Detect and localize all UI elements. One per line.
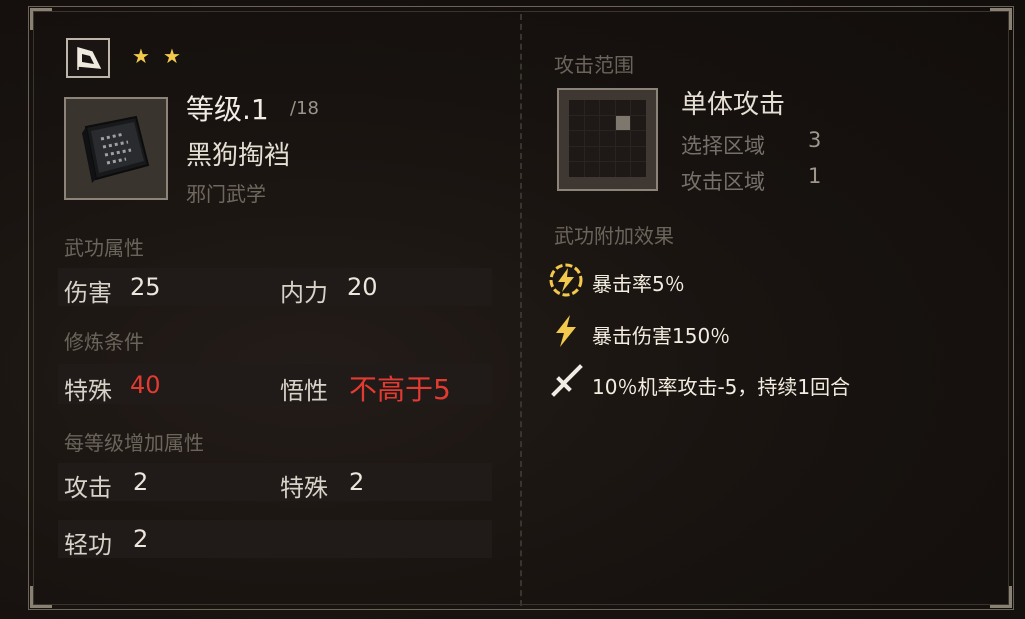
section-effects-label: 武功附加效果 [554,224,674,248]
grid-cell [600,131,615,146]
grid-cell [631,162,646,177]
per-level-value: 2 [133,525,149,553]
requirement-value: 不高于5 [349,373,451,406]
lightning-icon [550,313,582,349]
grid-cell [631,100,646,115]
attributes-row [58,268,492,306]
section-attack-range-label: 攻击范围 [554,53,634,77]
stat-label: 内力 [280,279,328,307]
corner-ornament [990,8,1012,30]
per-level-row [58,520,492,558]
requirement-value: 40 [130,371,161,399]
skill-school: 邪门武学 [186,182,266,206]
stat-label: 伤害 [64,279,112,307]
grid-cell [584,131,600,146]
grid-cell [584,100,600,115]
skill-book-frame [64,97,168,200]
grid-cell [615,100,631,115]
attack-range-type: 单体攻击 [681,90,786,120]
section-attributes-label: 武功属性 [64,236,144,260]
corner-ornament [30,8,52,30]
grid-cell [569,100,584,115]
attack-area-value: 1 [808,164,822,188]
stat-value: 25 [130,273,161,301]
grid-cell [584,162,600,177]
grid-cell [569,131,584,146]
scroll-book-icon [82,115,150,183]
attack-range-grid-frame [557,88,658,191]
skill-type-icon[interactable] [66,38,110,78]
grid-cell [569,115,584,131]
grid-cell [600,100,615,115]
corner-ornament [30,586,52,608]
select-area-label: 选择区域 [681,134,765,158]
attack-range-grid [569,100,646,177]
per-level-row [58,463,492,501]
section-per-level-label: 每等级增加属性 [64,431,204,455]
sword-icon [550,364,584,400]
level-label: 等级 [186,93,243,126]
skill-name: 黑狗掏裆 [186,141,291,171]
skill-detail-panel: ★ ★ 等级.1 /18 黑狗掏裆 邪门武学 武功属性 伤害 25 内力 20 … [0,0,1025,619]
per-level-value: 2 [133,468,149,496]
flag-icon [77,47,102,70]
requirement-label: 悟性 [280,377,328,405]
requirement-label: 特殊 [64,377,112,405]
level-value: .1 [242,93,269,126]
grid-cell [631,146,646,162]
stat-value: 20 [347,273,378,301]
grid-cell [569,146,584,162]
per-level-label: 攻击 [64,474,112,502]
grid-cell-active [615,115,631,131]
attack-area-label: 攻击区域 [681,170,765,194]
effect-text: 暴击伤害150％ [592,324,731,348]
star-icon: ★ [163,44,181,68]
corner-ornament [990,586,1012,608]
effect-text: 10％机率攻击-5，持续1回合 [592,375,851,399]
per-level-value: 2 [349,468,365,496]
star-icon: ★ [132,44,150,68]
grid-cell [615,146,631,162]
grid-cell [600,115,615,131]
per-level-label: 特殊 [280,474,328,502]
grid-cell [600,162,615,177]
grid-cell [600,146,615,162]
select-area-value: 3 [808,128,822,152]
per-level-label: 轻功 [64,531,112,559]
skill-level: 等级.1 [186,88,269,128]
lightning-circle-icon [546,260,586,300]
column-divider [520,14,522,606]
grid-cell [631,131,646,146]
effect-text: 暴击率5％ [592,272,685,296]
grid-cell [615,131,631,146]
level-max: /18 [290,98,319,119]
grid-cell [615,162,631,177]
section-requirements-label: 修炼条件 [64,330,144,354]
grid-cell [584,146,600,162]
grid-cell [569,162,584,177]
grid-cell [631,115,646,131]
grid-cell [584,115,600,131]
